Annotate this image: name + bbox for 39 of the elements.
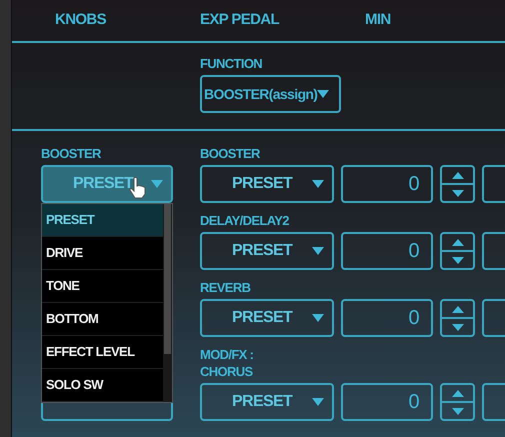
effect-label: REVERB (200, 279, 252, 296)
min-value-field[interactable]: 0 (341, 232, 433, 270)
up-arrow-icon (452, 238, 464, 246)
up-arrow-icon (452, 172, 464, 178)
function-select[interactable]: PRESET (200, 299, 334, 337)
column-header: EXP PEDAL (200, 10, 280, 30)
function-select[interactable]: BOOSTER(assign) (200, 75, 341, 113)
stepper[interactable] (440, 383, 475, 421)
function-label: FUNCTION (200, 56, 264, 72)
dropdown-option[interactable]: PRESET (42, 204, 163, 237)
down-arrow-icon (452, 256, 464, 264)
stepper[interactable] (440, 232, 475, 270)
caret-icon (312, 314, 324, 322)
down-arrow-icon (452, 190, 464, 196)
column-header: KNOBS (55, 10, 107, 30)
effect-label: DELAY/DELAY2 (200, 212, 290, 229)
function-select[interactable]: PRESET (200, 165, 334, 203)
caret-icon (312, 398, 324, 406)
stepper[interactable] (440, 165, 475, 203)
min-value-field[interactable]: 0 (341, 299, 433, 337)
caret-icon (151, 180, 163, 188)
up-arrow-icon (452, 390, 464, 396)
effect-label: MOD/FX : (200, 346, 254, 363)
effect-label: CHORUS (200, 363, 254, 380)
up-arrow-icon (452, 306, 464, 312)
column-header: MIN (365, 10, 391, 30)
scrollbar[interactable] (163, 204, 172, 402)
min-value-field[interactable]: 0 (341, 165, 433, 203)
stepper[interactable] (440, 299, 475, 337)
caret-icon (312, 180, 324, 188)
knob-label: BOOSTER (41, 146, 102, 162)
min-value-field[interactable]: 0 (341, 383, 433, 421)
caret-icon (317, 90, 330, 98)
function-select[interactable]: PRESET (200, 383, 334, 421)
down-arrow-icon (452, 408, 464, 414)
down-arrow-icon (452, 324, 464, 330)
effect-label: BOOSTER (200, 145, 261, 162)
caret-icon (312, 247, 324, 255)
function-select[interactable]: PRESET (200, 232, 334, 270)
